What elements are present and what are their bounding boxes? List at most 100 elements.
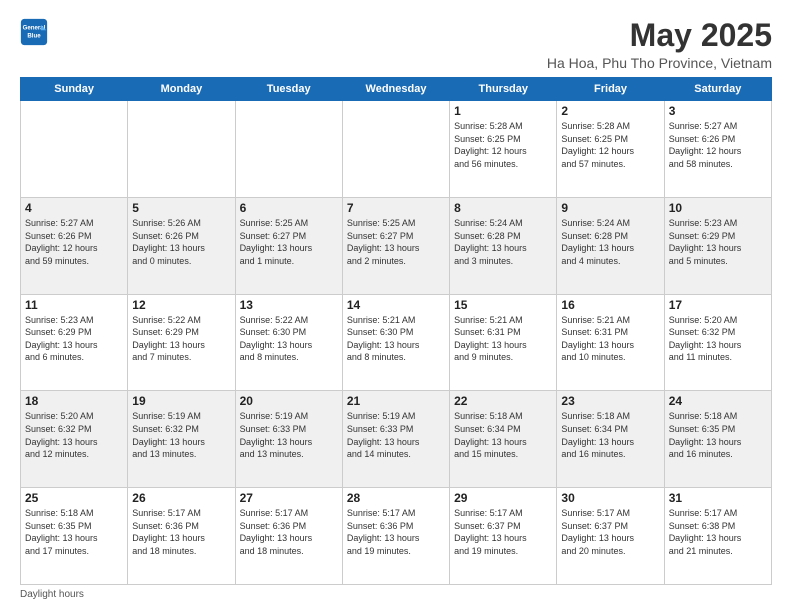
page: General Blue May 2025 Ha Hoa, Phu Tho Pr… xyxy=(0,0,792,612)
day-number: 26 xyxy=(132,491,230,505)
day-info: Sunrise: 5:20 AM Sunset: 6:32 PM Dayligh… xyxy=(25,410,123,460)
day-number: 3 xyxy=(669,104,767,118)
calendar-week-5: 25Sunrise: 5:18 AM Sunset: 6:35 PM Dayli… xyxy=(21,488,772,585)
calendar-cell: 18 Sunrise: 5:20 AM Sunset: 6:32 PM Dayli… xyxy=(21,391,128,488)
day-number: 16 xyxy=(561,298,659,312)
day-number: 1 xyxy=(454,104,552,118)
calendar-cell: 11 Sunrise: 5:23 AM Sunset: 6:29 PM Dayli… xyxy=(21,294,128,391)
svg-text:Blue: Blue xyxy=(27,32,41,39)
calendar-cell: 21Sunrise: 5:19 AM Sunset: 6:33 PM Dayli… xyxy=(342,391,449,488)
calendar-cell: 30 Sunrise: 5:17 AM Sunset: 6:37 PM Dayli… xyxy=(557,488,664,585)
day-number: 4 xyxy=(25,201,123,215)
day-info: Sunrise: 5:23 AM Sunset: 6:29 PM Dayligh… xyxy=(669,217,767,267)
day-info: Sunrise: 5:28 AM Sunset: 6:25 PM Dayligh… xyxy=(561,120,659,170)
calendar-cell: 25Sunrise: 5:18 AM Sunset: 6:35 PM Dayli… xyxy=(21,488,128,585)
day-info: Sunrise: 5:18 AM Sunset: 6:34 PM Dayligh… xyxy=(561,410,659,460)
day-info: Sunrise: 5:22 AM Sunset: 6:29 PM Dayligh… xyxy=(132,314,230,364)
calendar-cell xyxy=(21,101,128,198)
calendar-header-thursday: Thursday xyxy=(450,78,557,101)
day-number: 20 xyxy=(240,394,338,408)
calendar-cell: 13Sunrise: 5:22 AM Sunset: 6:30 PM Dayli… xyxy=(235,294,342,391)
calendar-cell: 5 Sunrise: 5:26 AM Sunset: 6:26 PM Daylig… xyxy=(128,197,235,294)
calendar-cell: 1 Sunrise: 5:28 AM Sunset: 6:25 PM Daylig… xyxy=(450,101,557,198)
day-number: 18 xyxy=(25,394,123,408)
day-info: Sunrise: 5:27 AM Sunset: 6:26 PM Dayligh… xyxy=(25,217,123,267)
calendar-cell: 10 Sunrise: 5:23 AM Sunset: 6:29 PM Dayli… xyxy=(664,197,771,294)
calendar-header-friday: Friday xyxy=(557,78,664,101)
day-number: 11 xyxy=(25,298,123,312)
day-number: 28 xyxy=(347,491,445,505)
main-title: May 2025 xyxy=(547,18,772,53)
calendar-cell: 16 Sunrise: 5:21 AM Sunset: 6:31 PM Dayli… xyxy=(557,294,664,391)
calendar-cell: 22 Sunrise: 5:18 AM Sunset: 6:34 PM Dayli… xyxy=(450,391,557,488)
day-info: Sunrise: 5:24 AM Sunset: 6:28 PM Dayligh… xyxy=(454,217,552,267)
day-info: Sunrise: 5:17 AM Sunset: 6:36 PM Dayligh… xyxy=(347,507,445,557)
calendar-cell: 3Sunrise: 5:27 AM Sunset: 6:26 PM Daylig… xyxy=(664,101,771,198)
calendar-week-2: 4 Sunrise: 5:27 AM Sunset: 6:26 PM Daylig… xyxy=(21,197,772,294)
day-info: Sunrise: 5:23 AM Sunset: 6:29 PM Dayligh… xyxy=(25,314,123,364)
day-number: 29 xyxy=(454,491,552,505)
day-number: 19 xyxy=(132,394,230,408)
calendar-week-1: 1 Sunrise: 5:28 AM Sunset: 6:25 PM Daylig… xyxy=(21,101,772,198)
day-info: Sunrise: 5:21 AM Sunset: 6:31 PM Dayligh… xyxy=(561,314,659,364)
day-number: 8 xyxy=(454,201,552,215)
day-number: 15 xyxy=(454,298,552,312)
footer-note: Daylight hours xyxy=(20,589,772,600)
calendar-cell: 2 Sunrise: 5:28 AM Sunset: 6:25 PM Daylig… xyxy=(557,101,664,198)
calendar-header-sunday: Sunday xyxy=(21,78,128,101)
calendar-header-tuesday: Tuesday xyxy=(235,78,342,101)
calendar-cell xyxy=(128,101,235,198)
day-info: Sunrise: 5:28 AM Sunset: 6:25 PM Dayligh… xyxy=(454,120,552,170)
day-info: Sunrise: 5:19 AM Sunset: 6:32 PM Dayligh… xyxy=(132,410,230,460)
day-number: 27 xyxy=(240,491,338,505)
day-info: Sunrise: 5:21 AM Sunset: 6:31 PM Dayligh… xyxy=(454,314,552,364)
day-info: Sunrise: 5:17 AM Sunset: 6:37 PM Dayligh… xyxy=(454,507,552,557)
day-number: 17 xyxy=(669,298,767,312)
logo: General Blue xyxy=(20,18,48,46)
day-number: 6 xyxy=(240,201,338,215)
day-info: Sunrise: 5:17 AM Sunset: 6:38 PM Dayligh… xyxy=(669,507,767,557)
day-number: 14 xyxy=(347,298,445,312)
calendar-cell: 31Sunrise: 5:17 AM Sunset: 6:38 PM Dayli… xyxy=(664,488,771,585)
logo-icon: General Blue xyxy=(20,18,48,46)
day-number: 9 xyxy=(561,201,659,215)
day-number: 21 xyxy=(347,394,445,408)
daylight-hours-label: Daylight hours xyxy=(20,589,84,600)
calendar-cell: 7Sunrise: 5:25 AM Sunset: 6:27 PM Daylig… xyxy=(342,197,449,294)
day-number: 5 xyxy=(132,201,230,215)
day-info: Sunrise: 5:19 AM Sunset: 6:33 PM Dayligh… xyxy=(240,410,338,460)
day-number: 22 xyxy=(454,394,552,408)
calendar-week-4: 18 Sunrise: 5:20 AM Sunset: 6:32 PM Dayli… xyxy=(21,391,772,488)
calendar-cell xyxy=(235,101,342,198)
day-info: Sunrise: 5:18 AM Sunset: 6:35 PM Dayligh… xyxy=(669,410,767,460)
calendar-table: SundayMondayTuesdayWednesdayThursdayFrid… xyxy=(20,77,772,585)
day-info: Sunrise: 5:25 AM Sunset: 6:27 PM Dayligh… xyxy=(347,217,445,267)
calendar-cell: 27Sunrise: 5:17 AM Sunset: 6:36 PM Dayli… xyxy=(235,488,342,585)
subtitle: Ha Hoa, Phu Tho Province, Vietnam xyxy=(547,55,772,71)
title-block: May 2025 Ha Hoa, Phu Tho Province, Vietn… xyxy=(547,18,772,71)
day-info: Sunrise: 5:17 AM Sunset: 6:36 PM Dayligh… xyxy=(132,507,230,557)
calendar-cell: 19 Sunrise: 5:19 AM Sunset: 6:32 PM Dayli… xyxy=(128,391,235,488)
calendar-cell: 20 Sunrise: 5:19 AM Sunset: 6:33 PM Dayli… xyxy=(235,391,342,488)
calendar-cell xyxy=(342,101,449,198)
calendar-header-monday: Monday xyxy=(128,78,235,101)
day-info: Sunrise: 5:22 AM Sunset: 6:30 PM Dayligh… xyxy=(240,314,338,364)
day-info: Sunrise: 5:26 AM Sunset: 6:26 PM Dayligh… xyxy=(132,217,230,267)
day-info: Sunrise: 5:20 AM Sunset: 6:32 PM Dayligh… xyxy=(669,314,767,364)
day-info: Sunrise: 5:25 AM Sunset: 6:27 PM Dayligh… xyxy=(240,217,338,267)
day-info: Sunrise: 5:24 AM Sunset: 6:28 PM Dayligh… xyxy=(561,217,659,267)
calendar-cell: 6 Sunrise: 5:25 AM Sunset: 6:27 PM Daylig… xyxy=(235,197,342,294)
day-number: 25 xyxy=(25,491,123,505)
day-number: 30 xyxy=(561,491,659,505)
calendar-cell: 17 Sunrise: 5:20 AM Sunset: 6:32 PM Dayli… xyxy=(664,294,771,391)
day-info: Sunrise: 5:17 AM Sunset: 6:37 PM Dayligh… xyxy=(561,507,659,557)
day-number: 2 xyxy=(561,104,659,118)
day-info: Sunrise: 5:18 AM Sunset: 6:34 PM Dayligh… xyxy=(454,410,552,460)
day-number: 10 xyxy=(669,201,767,215)
header: General Blue May 2025 Ha Hoa, Phu Tho Pr… xyxy=(20,18,772,71)
calendar-cell: 4 Sunrise: 5:27 AM Sunset: 6:26 PM Daylig… xyxy=(21,197,128,294)
calendar-cell: 23Sunrise: 5:18 AM Sunset: 6:34 PM Dayli… xyxy=(557,391,664,488)
calendar-cell: 14Sunrise: 5:21 AM Sunset: 6:30 PM Dayli… xyxy=(342,294,449,391)
calendar-cell: 15 Sunrise: 5:21 AM Sunset: 6:31 PM Dayli… xyxy=(450,294,557,391)
calendar-header-wednesday: Wednesday xyxy=(342,78,449,101)
